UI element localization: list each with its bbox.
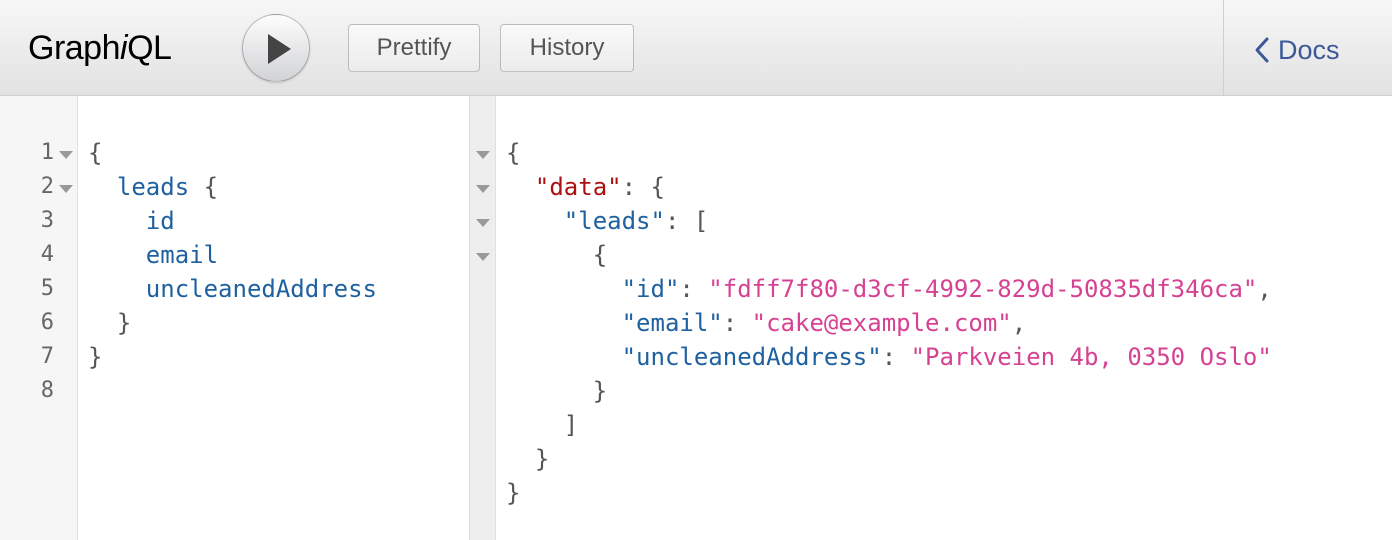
fold-arrow-icon[interactable] <box>59 185 73 193</box>
query-line: leads { <box>88 170 218 204</box>
json-key: "email" <box>621 309 723 337</box>
line-number: 2 <box>40 174 54 199</box>
line-number: 4 <box>40 242 54 267</box>
query-line: } <box>88 343 103 371</box>
fold-arrow-icon[interactable] <box>476 185 490 193</box>
line-number: 5 <box>40 276 54 301</box>
query-line: id <box>88 204 175 238</box>
result-line: "data": { <box>506 170 665 204</box>
punct-token: : { <box>621 173 665 201</box>
result-line: "leads": [ <box>506 204 709 238</box>
json-key: "leads" <box>563 207 665 235</box>
query-line: } <box>88 306 131 340</box>
line-number-gutter: 1 2 3 4 5 6 7 8 <box>0 96 78 540</box>
logo-prefix: Graph <box>28 29 121 67</box>
docs-label: Docs <box>1278 34 1340 65</box>
field-token: email <box>145 241 219 269</box>
execute-query-button[interactable] <box>242 14 310 82</box>
field-token: id <box>145 207 175 235</box>
json-string-value: "cake@example.com" <box>751 309 1012 337</box>
pane-divider[interactable] <box>469 96 496 540</box>
query-line: { <box>88 139 103 167</box>
field-token: leads <box>116 173 190 201</box>
line-number: 7 <box>40 344 54 369</box>
query-editor[interactable]: 1 2 3 4 5 6 7 8 { leads { id email uncle… <box>0 96 469 540</box>
result-line: } <box>506 479 521 507</box>
docs-explorer-toggle: Docs <box>1223 0 1392 96</box>
result-line: "uncleanedAddress": "Parkveien 4b, 0350 … <box>506 340 1272 374</box>
json-string-value: "Parkveien 4b, 0350 Oslo" <box>910 343 1272 371</box>
play-icon <box>268 34 291 64</box>
result-line: "email": "cake@example.com", <box>506 306 1027 340</box>
fold-arrow-icon[interactable] <box>59 151 73 159</box>
brace-token: } <box>116 309 132 337</box>
line-number: 1 <box>40 140 54 165</box>
chevron-left-icon <box>1255 37 1269 63</box>
line-number: 6 <box>40 310 54 335</box>
result-line: "id": "fdff7f80-d3cf-4992-829d-50835df34… <box>506 272 1272 306</box>
json-key: "id" <box>621 275 680 303</box>
json-string-value: "fdff7f80-d3cf-4992-829d-50835df346ca" <box>708 275 1258 303</box>
logo-suffix: QL <box>127 29 172 67</box>
logo-i: i <box>120 29 128 67</box>
prettify-button[interactable]: Prettify <box>348 24 480 72</box>
top-toolbar: GraphiQL Prettify History Docs <box>0 0 1392 96</box>
punct-token: : <box>722 309 752 337</box>
punct-token: : <box>679 275 709 303</box>
field-token: uncleanedAddress <box>145 275 377 303</box>
fold-arrow-icon[interactable] <box>476 253 490 261</box>
result-viewer: { "data": { "leads": [ { "id": "fdff7f80… <box>496 96 1392 540</box>
result-line: } <box>506 374 607 408</box>
brace-token: { <box>203 173 219 201</box>
fold-arrow-icon[interactable] <box>476 219 490 227</box>
punct-token: : <box>881 343 911 371</box>
punct-token: , <box>1257 275 1272 303</box>
punct-token: } <box>534 445 550 473</box>
punct-token: : [ <box>664 207 709 235</box>
json-key: "data" <box>534 173 622 201</box>
graphiql-logo: GraphiQL <box>28 26 172 70</box>
fold-arrow-icon[interactable] <box>476 151 490 159</box>
punct-token: ] <box>563 411 579 439</box>
json-key: "uncleanedAddress" <box>621 343 882 371</box>
result-line: ] <box>506 408 578 442</box>
query-line: email <box>88 238 218 272</box>
result-line: } <box>506 442 549 476</box>
docs-button[interactable]: Docs <box>1254 28 1340 72</box>
query-line: uncleanedAddress <box>88 272 377 306</box>
punct-token: , <box>1011 309 1027 337</box>
punct-token: } <box>592 377 608 405</box>
punct-token: { <box>592 241 608 269</box>
history-button[interactable]: History <box>500 24 634 72</box>
line-number: 3 <box>40 208 54 233</box>
result-line: { <box>506 238 607 272</box>
result-line: { <box>506 139 521 167</box>
line-number: 8 <box>40 378 54 403</box>
